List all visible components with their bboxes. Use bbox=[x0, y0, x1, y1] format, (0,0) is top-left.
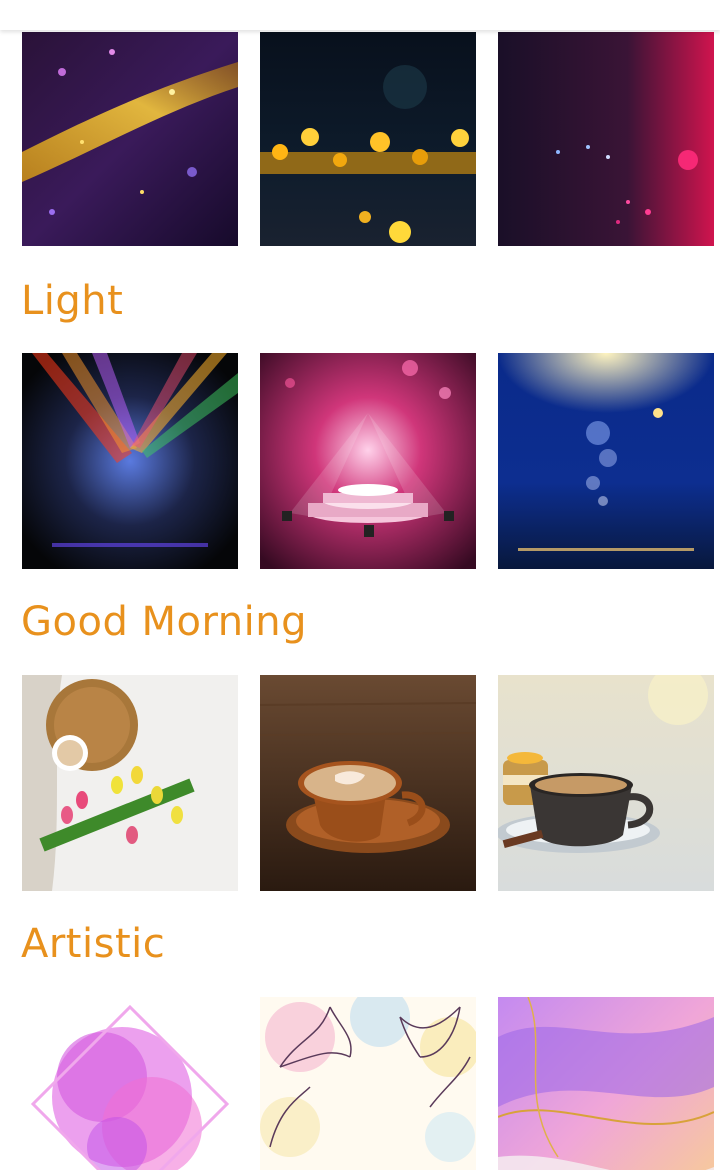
background-thumbnail[interactable] bbox=[260, 675, 476, 891]
section-title-light: Light bbox=[21, 278, 124, 324]
light-image-row bbox=[22, 353, 714, 569]
background-thumbnail[interactable] bbox=[22, 675, 238, 891]
artistic-image-row bbox=[22, 997, 714, 1170]
background-thumbnail[interactable] bbox=[260, 997, 476, 1170]
background-gallery-page: Light Good Morning Artistic bbox=[0, 0, 720, 1170]
background-thumbnail[interactable] bbox=[260, 32, 476, 246]
good-morning-image-row bbox=[22, 675, 714, 891]
background-thumbnail[interactable] bbox=[498, 997, 714, 1170]
background-thumbnail[interactable] bbox=[22, 32, 238, 246]
background-thumbnail[interactable] bbox=[498, 675, 714, 891]
background-thumbnail[interactable] bbox=[260, 353, 476, 569]
top-app-bar bbox=[0, 0, 720, 30]
section-title-artistic: Artistic bbox=[21, 921, 166, 967]
background-thumbnail[interactable] bbox=[498, 32, 714, 246]
background-thumbnail[interactable] bbox=[22, 353, 238, 569]
background-thumbnail[interactable] bbox=[22, 997, 238, 1170]
background-thumbnail[interactable] bbox=[498, 353, 714, 569]
section-title-good-morning: Good Morning bbox=[21, 599, 307, 645]
glitter-image-row bbox=[22, 32, 714, 246]
